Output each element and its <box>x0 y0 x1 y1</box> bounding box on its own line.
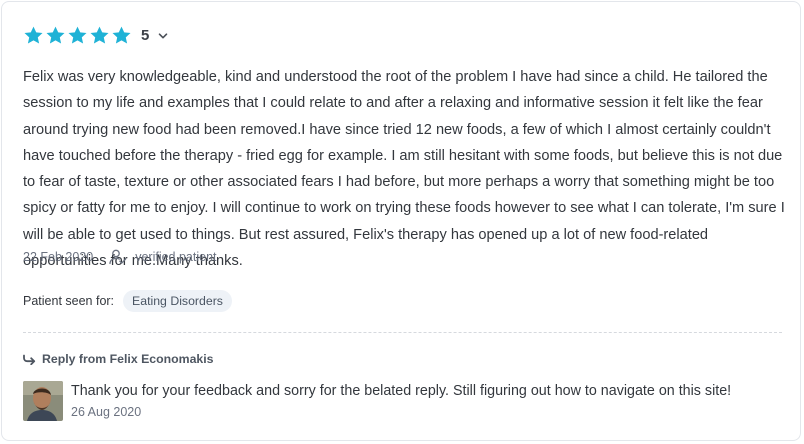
divider <box>23 332 782 333</box>
star-icon <box>68 26 87 44</box>
rating-row[interactable]: 5 <box>23 25 168 46</box>
review-text: Felix was very knowledgeable, kind and u… <box>23 69 785 270</box>
rating-value: 5 <box>141 27 150 44</box>
review-meta: 22 Feb 2020 verified patient <box>23 249 217 265</box>
star-rating <box>23 25 132 46</box>
star-icon <box>112 26 131 44</box>
review-card: 5 Felix was very knowledgeable, kind and… <box>1 1 801 441</box>
condition-tag[interactable]: Eating Disorders <box>123 290 232 312</box>
reply-date: 26 Aug 2020 <box>71 405 142 419</box>
reply-title: Reply from Felix Economakis <box>42 352 214 366</box>
avatar <box>23 381 63 421</box>
seen-for-label: Patient seen for: <box>23 294 115 308</box>
review-date: 22 Feb 2020 <box>23 250 94 264</box>
star-icon <box>90 26 109 44</box>
reply-text: Thank you for your feedback and sorry fo… <box>71 383 732 399</box>
star-icon <box>24 26 43 44</box>
chevron-down-icon[interactable] <box>158 31 168 41</box>
reply-arrow-icon <box>23 354 36 365</box>
star-icon <box>46 26 65 44</box>
reply-heading: Reply from Felix Economakis <box>23 352 214 366</box>
verified-label: verified patient <box>135 250 217 264</box>
verified-user-icon <box>109 249 127 265</box>
patient-seen-for: Patient seen for: Eating Disorders <box>23 290 232 312</box>
